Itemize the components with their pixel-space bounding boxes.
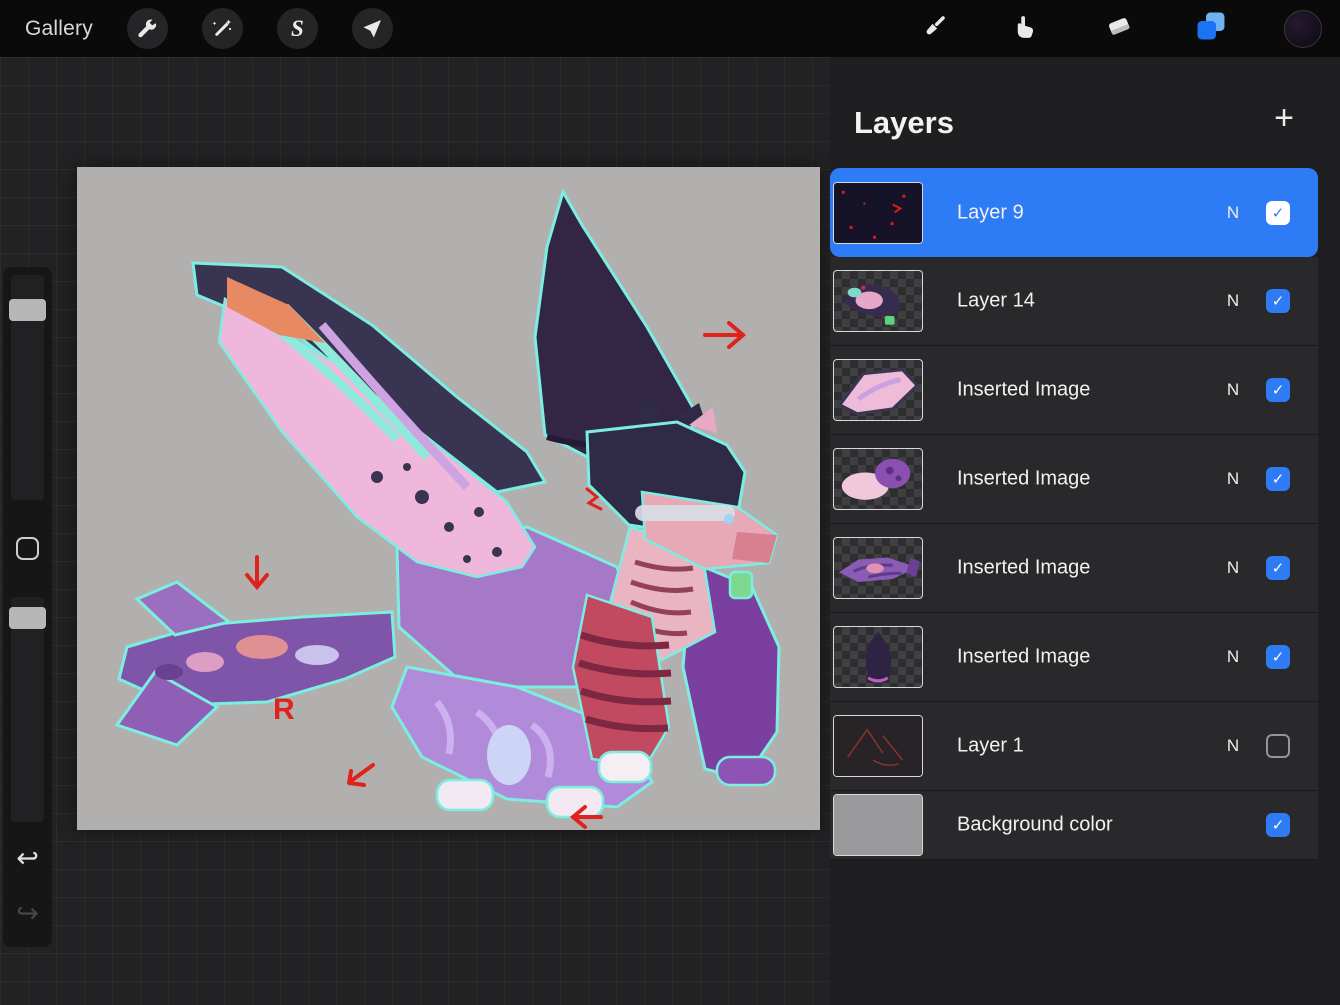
transform-arrow-icon: [360, 17, 384, 41]
blend-mode-button[interactable]: N: [1222, 291, 1244, 311]
selection-button[interactable]: S: [277, 8, 318, 49]
red-letter-annotation: R: [273, 693, 295, 726]
redo-button[interactable]: ↪: [3, 900, 52, 927]
blend-mode-button[interactable]: N: [1222, 647, 1244, 667]
layer-name: Inserted Image: [957, 379, 1090, 402]
paint-tools-group: [914, 0, 1324, 57]
workspace-background: R ↩ ↪ Layers +: [0, 57, 1340, 1005]
layer-thumbnail[interactable]: [833, 270, 923, 332]
selection-s-icon: S: [291, 17, 304, 40]
blend-mode-button[interactable]: N: [1222, 736, 1244, 756]
add-layer-button[interactable]: +: [1274, 101, 1294, 135]
layer-thumbnail[interactable]: [833, 537, 923, 599]
paintbrush-icon: [920, 11, 950, 46]
layer-thumbnail[interactable]: [833, 182, 923, 244]
layer-visibility-checkbox[interactable]: [1266, 289, 1290, 313]
layer-name: Layer 1: [957, 735, 1024, 758]
layer-row[interactable]: Inserted Image N: [830, 435, 1318, 524]
brush-size-handle[interactable]: [9, 299, 46, 321]
layer-thumbnail[interactable]: [833, 715, 923, 777]
layer-thumbnail[interactable]: [833, 359, 923, 421]
layer-row[interactable]: Layer 14 N: [830, 257, 1318, 346]
layer-thumbnail[interactable]: [833, 626, 923, 688]
layer-row[interactable]: Inserted Image N: [830, 613, 1318, 702]
blend-mode-button[interactable]: N: [1222, 469, 1244, 489]
adjustments-button[interactable]: [202, 8, 243, 49]
layer-row[interactable]: Inserted Image N: [830, 524, 1318, 613]
blend-mode-button[interactable]: N: [1222, 203, 1244, 223]
brush-opacity-slider[interactable]: [11, 597, 44, 822]
gallery-button[interactable]: Gallery: [25, 17, 93, 41]
current-color-swatch: [1284, 10, 1322, 48]
layer-name: Background color: [957, 814, 1113, 837]
background-color-row[interactable]: Background color: [830, 791, 1318, 860]
eraser-tool-button[interactable]: [1098, 8, 1140, 50]
brush-tool-button[interactable]: [914, 8, 956, 50]
layer-visibility-checkbox[interactable]: [1266, 467, 1290, 491]
dragon-artwork: R: [77, 167, 820, 830]
background-color-thumbnail[interactable]: [833, 794, 923, 856]
smudge-finger-icon: [1012, 11, 1042, 46]
transform-button[interactable]: [352, 8, 393, 49]
layer-row[interactable]: Layer 9 N: [830, 168, 1318, 257]
layer-name: Layer 9: [957, 201, 1024, 224]
eraser-icon: [1104, 11, 1134, 46]
layer-name: Layer 14: [957, 290, 1035, 313]
actions-button[interactable]: [127, 8, 168, 49]
layer-name: Inserted Image: [957, 468, 1090, 491]
layer-list: Layer 9 N Layer 14 N: [830, 168, 1318, 860]
layer-visibility-checkbox[interactable]: [1266, 734, 1290, 758]
layer-row[interactable]: Layer 1 N: [830, 702, 1318, 791]
layers-icon: [1194, 9, 1228, 48]
blend-mode-button[interactable]: N: [1222, 380, 1244, 400]
undo-button[interactable]: ↩: [3, 845, 52, 872]
layers-panel-header: Layers +: [830, 57, 1340, 168]
layers-panel-title: Layers: [854, 105, 954, 141]
blend-mode-button[interactable]: N: [1222, 558, 1244, 578]
layers-panel: Layers + Layer 9: [830, 57, 1340, 1005]
top-toolbar: Gallery S: [0, 0, 1340, 57]
layer-name: Inserted Image: [957, 557, 1090, 580]
drawing-canvas[interactable]: R: [77, 167, 820, 830]
layer-visibility-checkbox[interactable]: [1266, 378, 1290, 402]
layer-visibility-checkbox[interactable]: [1266, 556, 1290, 580]
layer-row[interactable]: Inserted Image N: [830, 346, 1318, 435]
modify-button[interactable]: [16, 537, 39, 560]
wrench-icon: [135, 17, 159, 41]
layer-visibility-checkbox[interactable]: [1266, 645, 1290, 669]
layer-name: Inserted Image: [957, 646, 1090, 669]
layers-tool-button[interactable]: [1190, 8, 1232, 50]
magic-wand-icon: [210, 17, 234, 41]
sidebar-toolbar: ↩ ↪: [3, 267, 52, 947]
brush-opacity-handle[interactable]: [9, 607, 46, 629]
smudge-tool-button[interactable]: [1006, 8, 1048, 50]
layer-visibility-checkbox[interactable]: [1266, 201, 1290, 225]
layer-thumbnail[interactable]: [833, 448, 923, 510]
color-tool-button[interactable]: [1282, 8, 1324, 50]
layer-visibility-checkbox[interactable]: [1266, 813, 1290, 837]
